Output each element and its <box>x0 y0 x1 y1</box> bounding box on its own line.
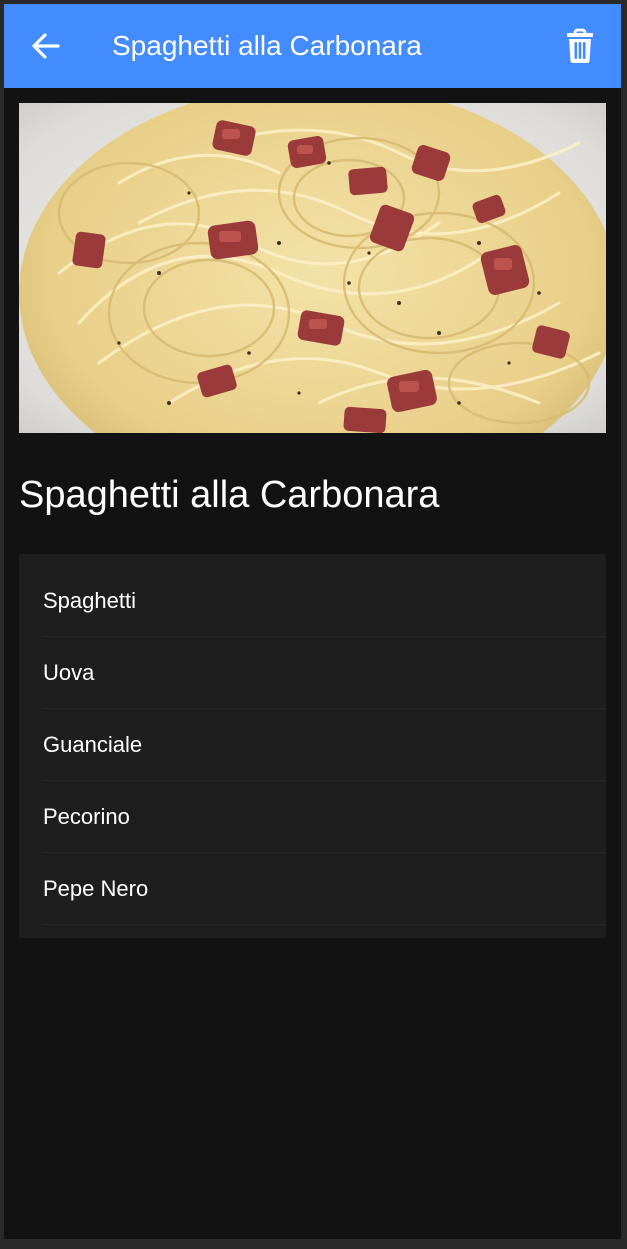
ingredient-label: Uova <box>43 660 95 685</box>
ingredient-label: Guanciale <box>43 732 143 757</box>
list-item[interactable]: Pepe Nero <box>43 853 606 925</box>
ingredient-label: Pecorino <box>43 804 130 829</box>
toolbar: Spaghetti alla Carbonara <box>4 4 621 88</box>
trash-icon <box>567 28 593 63</box>
back-button[interactable] <box>24 24 68 68</box>
app-frame: Spaghetti alla Carbonara Spaghetti alla … <box>4 4 621 1239</box>
list-item[interactable]: Guanciale <box>43 709 606 781</box>
recipe-image <box>19 103 606 433</box>
list-item[interactable]: Spaghetti <box>43 565 606 637</box>
toolbar-title: Spaghetti alla Carbonara <box>112 30 422 61</box>
ingredient-label: Pepe Nero <box>43 876 149 901</box>
spaghetti-carbonara-photo <box>19 103 606 433</box>
delete-button[interactable] <box>558 24 602 68</box>
ingredient-list: Spaghetti Uova Guanciale Pecorino Pepe N… <box>19 554 606 938</box>
ingredient-label: Spaghetti <box>43 588 136 613</box>
arrow-back-icon <box>32 33 60 59</box>
list-item[interactable]: Uova <box>43 637 606 709</box>
list-item[interactable]: Pecorino <box>43 781 606 853</box>
recipe-title: Spaghetti alla Carbonara <box>19 474 440 516</box>
